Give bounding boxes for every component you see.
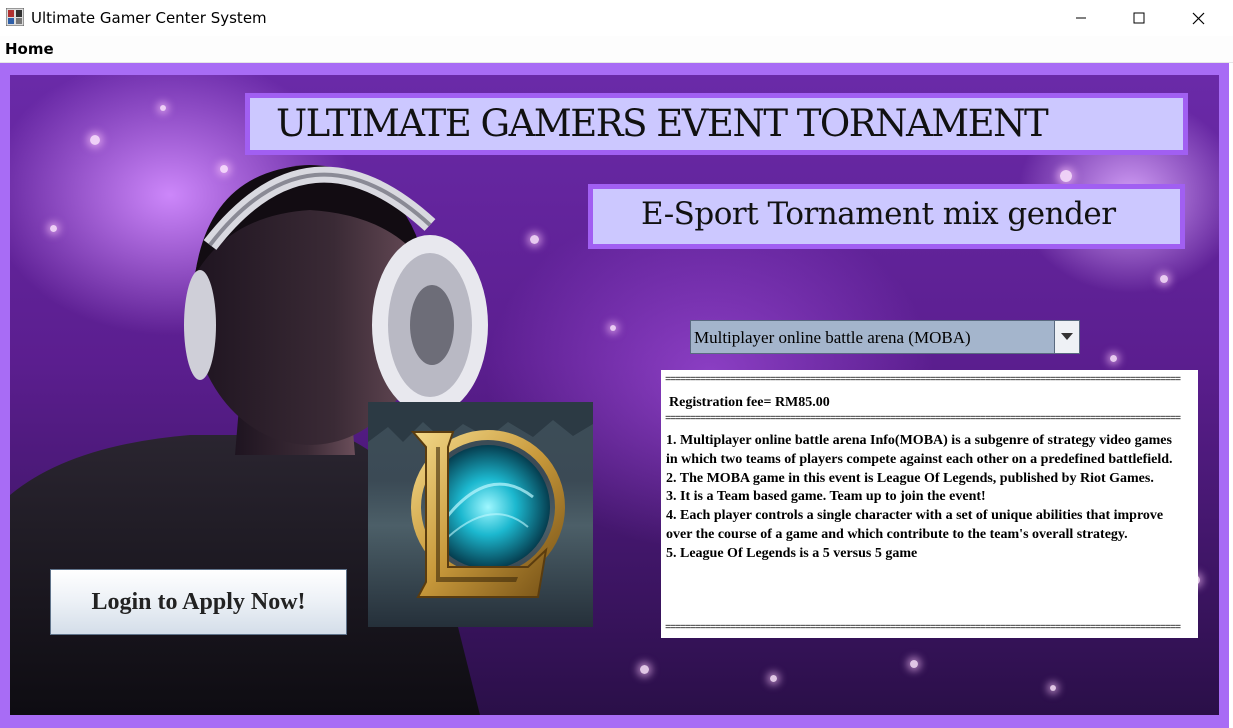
event-info-textarea[interactable]: ========================================…	[661, 370, 1198, 638]
main-frame: ULTIMATE GAMERS EVENT TORNAMENT E-Sport …	[0, 63, 1229, 728]
maximize-button[interactable]	[1110, 0, 1168, 36]
window-title: Ultimate Gamer Center System	[31, 9, 267, 27]
info-line: 1. Multiplayer online battle arena Info(…	[666, 433, 1173, 467]
game-category-select[interactable]: Multiplayer online battle arena (MOBA)	[690, 320, 1080, 354]
separator-line: ========================================…	[665, 414, 1181, 425]
stage-light	[770, 675, 777, 682]
app-icon	[5, 7, 25, 27]
stage-light	[1050, 685, 1056, 691]
info-line: 4. Each player controls a single charact…	[666, 508, 1164, 542]
separator-line: ========================================…	[665, 375, 1181, 386]
league-of-legends-logo-icon	[368, 402, 593, 598]
separator-line: ========================================…	[665, 623, 1181, 634]
title-bar: Ultimate Gamer Center System	[0, 0, 1233, 36]
info-body: 1. Multiplayer online battle arena Info(…	[666, 432, 1186, 564]
login-apply-button[interactable]: Login to Apply Now!	[50, 569, 347, 635]
title-banner: ULTIMATE GAMERS EVENT TORNAMENT	[245, 93, 1188, 155]
close-button[interactable]	[1169, 0, 1227, 36]
stage-light	[640, 665, 649, 674]
stage-light	[910, 660, 918, 668]
page-subtitle: E-Sport Tornament mix gender	[641, 196, 1116, 232]
minimize-icon	[1076, 17, 1086, 19]
registration-fee: Registration fee= RM85.00	[669, 395, 830, 410]
menu-home[interactable]: Home	[5, 40, 54, 58]
maximize-icon	[1133, 12, 1145, 24]
game-logo-image	[368, 402, 593, 627]
combo-dropdown-button[interactable]	[1054, 321, 1079, 353]
subtitle-banner: E-Sport Tornament mix gender	[588, 184, 1185, 249]
stage-light	[1060, 170, 1072, 182]
login-apply-label: Login to Apply Now!	[91, 588, 306, 615]
game-category-value: Multiplayer online battle arena (MOBA)	[694, 328, 971, 347]
minimize-button[interactable]	[1052, 0, 1110, 36]
close-icon	[1192, 12, 1204, 24]
background-panel: ULTIMATE GAMERS EVENT TORNAMENT E-Sport …	[10, 75, 1219, 715]
menu-bar: Home	[0, 36, 1233, 63]
stage-light	[1110, 355, 1117, 362]
info-line: 2. The MOBA game in this event is League…	[666, 470, 1154, 486]
page-title: ULTIMATE GAMERS EVENT TORNAMENT	[276, 102, 1049, 145]
info-line: 5. League Of Legends is a 5 versus 5 gam…	[666, 545, 918, 561]
stage-light	[1160, 275, 1168, 283]
info-line: 3. It is a Team based game. Team up to j…	[666, 489, 986, 505]
chevron-down-icon	[1061, 333, 1073, 340]
